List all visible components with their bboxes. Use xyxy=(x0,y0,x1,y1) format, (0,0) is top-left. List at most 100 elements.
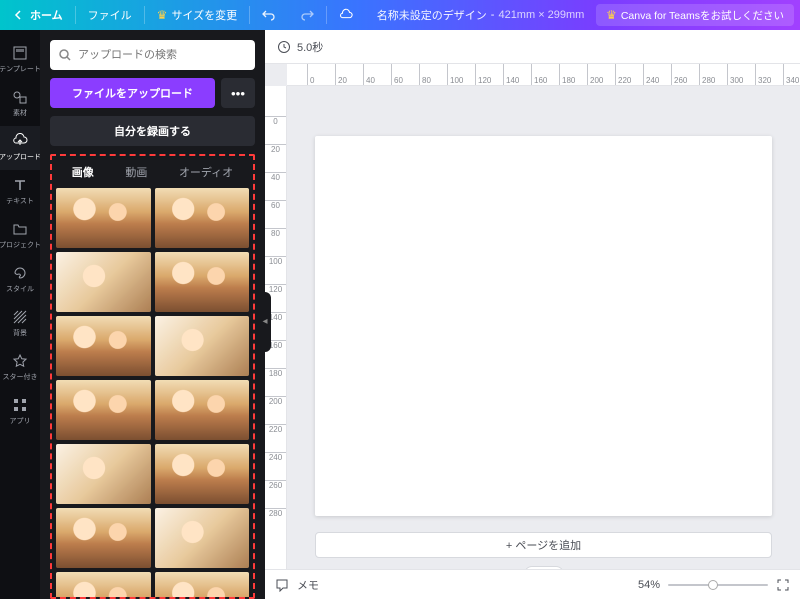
stage[interactable]: + ページを追加 xyxy=(287,86,800,569)
background-icon xyxy=(11,308,29,326)
upload-icon xyxy=(11,132,29,150)
clock-icon xyxy=(277,40,291,54)
chevron-left-icon: ◂ xyxy=(262,316,267,327)
template-icon xyxy=(11,44,29,62)
ruler-tick: 0 xyxy=(307,64,314,85)
redo-icon xyxy=(300,8,314,22)
ruler-tick: 120 xyxy=(475,64,491,85)
media-thumbnail[interactable] xyxy=(155,188,250,248)
tab-images[interactable]: 画像 xyxy=(68,162,98,182)
tab-videos[interactable]: 動画 xyxy=(121,162,151,182)
rail-label: スタイル xyxy=(6,284,34,294)
resize-button[interactable]: ♛ サイズを変更 xyxy=(145,0,249,30)
design-page[interactable] xyxy=(315,136,772,516)
file-label: ファイル xyxy=(88,7,132,23)
document-title-area[interactable]: 名称未設定のデザイン - 421mm × 299mm xyxy=(365,7,596,23)
media-thumbnail[interactable] xyxy=(56,188,151,248)
media-thumbnail[interactable] xyxy=(56,380,151,440)
media-thumbnail[interactable] xyxy=(155,572,250,597)
ruler-tick: 320 xyxy=(755,64,771,85)
media-thumbnail[interactable] xyxy=(56,316,151,376)
cloud-icon xyxy=(339,8,353,22)
rail-text[interactable]: テキスト xyxy=(0,170,40,214)
media-thumbnail[interactable] xyxy=(155,316,250,376)
rail-label: テキスト xyxy=(6,196,34,206)
zoom-slider[interactable] xyxy=(668,584,768,586)
ruler-tick: 280 xyxy=(699,64,715,85)
ruler-tick: 300 xyxy=(727,64,743,85)
apps-icon xyxy=(11,396,29,414)
media-tabs: 画像 動画 オーディオ xyxy=(56,162,249,188)
ruler-tick: 80 xyxy=(265,228,286,238)
side-rail: テンプレート 素材 アップロード テキスト プロジェクト スタイル 背景 スタ xyxy=(0,30,40,599)
ruler-tick: 220 xyxy=(615,64,631,85)
horizontal-ruler: 0204060801001201401601802002202402602803… xyxy=(287,64,800,86)
ruler-tick: 100 xyxy=(447,64,463,85)
stage-row: 020406080100120140160180200220240260280 … xyxy=(265,86,800,569)
upload-panel: ファイルをアップロード ••• 自分を録画する 画像 動画 オーディオ xyxy=(40,30,265,599)
ruler-tick: 100 xyxy=(265,256,286,266)
media-thumbnail[interactable] xyxy=(155,508,250,568)
document-dimensions: 421mm × 299mm xyxy=(498,9,584,21)
media-thumbnail[interactable] xyxy=(155,252,250,312)
search-input[interactable] xyxy=(78,49,247,61)
bottom-bar: メモ 54% xyxy=(265,569,800,599)
top-bar: ホーム ファイル ♛ サイズを変更 名称未設定のデザイン - 421mm × 2… xyxy=(0,0,800,30)
dots-icon: ••• xyxy=(231,86,245,101)
canva-teams-button[interactable]: ♛ Canva for Teamsをお試しください xyxy=(596,4,794,26)
tab-audio[interactable]: オーディオ xyxy=(175,162,237,182)
crown-icon: ♛ xyxy=(606,8,617,22)
search-icon xyxy=(58,48,72,62)
ruler-tick: 20 xyxy=(265,144,286,154)
redo-button[interactable] xyxy=(288,0,326,30)
media-thumbnail[interactable] xyxy=(155,444,250,504)
file-menu[interactable]: ファイル xyxy=(76,0,144,30)
rail-style[interactable]: スタイル xyxy=(0,258,40,302)
ruler-tick: 340 xyxy=(783,64,799,85)
add-page-button[interactable]: + ページを追加 xyxy=(315,532,772,558)
media-thumbnail[interactable] xyxy=(56,508,151,568)
record-yourself-button[interactable]: 自分を録画する xyxy=(50,116,255,146)
fullscreen-button[interactable] xyxy=(776,578,790,592)
timing-bar[interactable]: 5.0秒 xyxy=(265,30,800,64)
style-icon xyxy=(11,264,29,282)
rail-label: テンプレート xyxy=(0,64,41,74)
collapse-panel-button[interactable]: ◂ xyxy=(259,292,271,352)
teams-label: Canva for Teamsをお試しください xyxy=(621,8,784,23)
home-button[interactable]: ホーム xyxy=(0,0,75,30)
ruler-tick: 200 xyxy=(265,396,286,406)
home-label: ホーム xyxy=(30,7,63,23)
rail-upload[interactable]: アップロード xyxy=(0,126,40,170)
ruler-tick: 260 xyxy=(265,480,286,490)
zoom-slider-thumb[interactable] xyxy=(708,580,718,590)
rail-elements[interactable]: 素材 xyxy=(0,82,40,126)
star-icon xyxy=(11,352,29,370)
more-options-button[interactable]: ••• xyxy=(221,78,255,108)
rail-apps[interactable]: アプリ xyxy=(0,390,40,434)
media-section: 画像 動画 オーディオ xyxy=(50,154,255,599)
media-thumbnail[interactable] xyxy=(56,572,151,597)
upload-file-button[interactable]: ファイルをアップロード xyxy=(50,78,215,108)
rail-background[interactable]: 背景 xyxy=(0,302,40,346)
media-thumbnail[interactable] xyxy=(56,444,151,504)
ruler-tick: 240 xyxy=(265,452,286,462)
notes-button[interactable]: メモ xyxy=(297,577,319,593)
rail-project[interactable]: プロジェクト xyxy=(0,214,40,258)
rail-templates[interactable]: テンプレート xyxy=(0,38,40,82)
page-drawer-handle[interactable] xyxy=(524,566,564,569)
rail-label: 背景 xyxy=(13,328,27,338)
chevron-left-icon xyxy=(12,8,26,22)
cloud-sync-button[interactable] xyxy=(327,0,365,30)
undo-button[interactable] xyxy=(250,0,288,30)
ruler-tick: 200 xyxy=(587,64,603,85)
search-field[interactable] xyxy=(50,40,255,70)
media-thumbnail[interactable] xyxy=(155,380,250,440)
ruler-tick: 280 xyxy=(265,508,286,518)
zoom-label[interactable]: 54% xyxy=(638,579,660,591)
media-thumbnail[interactable] xyxy=(56,252,151,312)
ruler-tick: 220 xyxy=(265,424,286,434)
rail-label: スター付き xyxy=(3,372,38,382)
rail-starred[interactable]: スター付き xyxy=(0,346,40,390)
ruler-tick: 40 xyxy=(363,64,375,85)
ruler-tick: 20 xyxy=(335,64,347,85)
